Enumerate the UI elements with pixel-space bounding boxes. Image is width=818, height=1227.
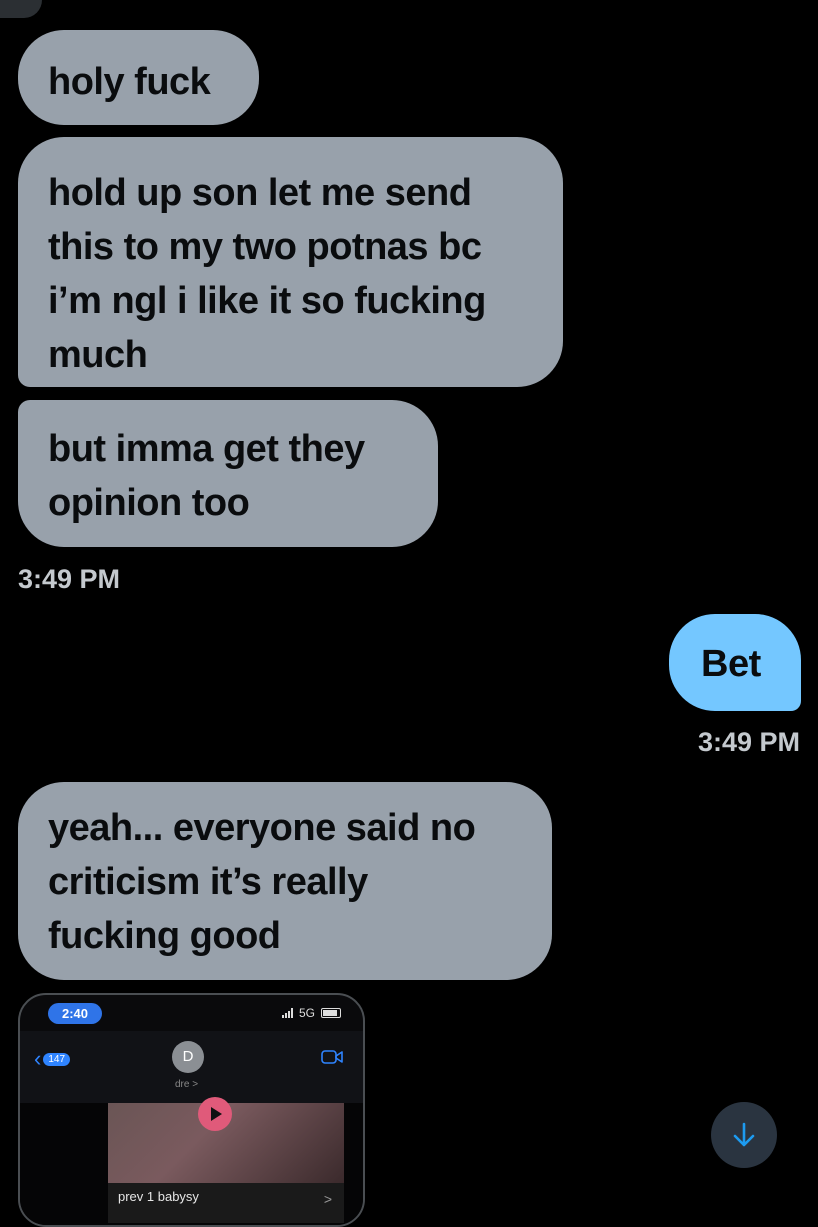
- message-bubble-outgoing[interactable]: Bet: [669, 614, 801, 711]
- signal-bars-icon: [281, 1008, 293, 1018]
- message-line: fucking good: [48, 915, 281, 957]
- attachment-signal-area: 5G: [281, 1006, 341, 1020]
- play-icon: [198, 1097, 232, 1131]
- message-line: opinion too: [48, 482, 250, 524]
- arrow-down-icon: [733, 1122, 755, 1147]
- message-bubble-incoming[interactable]: but imma get they opinion too: [18, 400, 438, 547]
- attachment-status-bar: 2:40 5G: [20, 995, 363, 1031]
- message-bubble-incoming[interactable]: yeah... everyone said no criticism it’s …: [18, 782, 552, 980]
- attachment-back: ‹ 147: [34, 1046, 71, 1071]
- contact-name-text: dre: [175, 1079, 190, 1090]
- message-line: i’m ngl i like it so fucking: [48, 280, 486, 322]
- contact-chevron: >: [192, 1079, 199, 1090]
- battery-icon: [321, 1008, 341, 1018]
- message-timestamp: 3:49 PM: [697, 727, 800, 757]
- video-preview-thumbnail: [108, 1097, 344, 1183]
- message-line: criticism it’s really: [48, 861, 368, 903]
- scroll-to-bottom-button[interactable]: [711, 1102, 777, 1168]
- caption-text: prev 1 babysy: [118, 1189, 199, 1204]
- message-text: Bet: [701, 643, 761, 685]
- message-text: holy fuck: [48, 61, 211, 103]
- message-line: yeah... everyone said no: [48, 807, 476, 849]
- video-preview-caption: prev 1 babysy >: [108, 1183, 344, 1223]
- message-timestamp: 3:49 PM: [18, 564, 121, 594]
- video-camera-icon: [321, 1050, 343, 1064]
- message-line: hold up son let me send: [48, 172, 472, 214]
- message-bubble-incoming[interactable]: holy fuck: [18, 30, 259, 125]
- message-line: this to my two potnas bc: [48, 226, 482, 268]
- attachment-back-count: 147: [43, 1052, 71, 1066]
- image-attachment[interactable]: 2:40 5G ‹ 147 D dre > prev 1 babysy >: [18, 993, 365, 1227]
- attachment-contact-name: dre >: [175, 1079, 198, 1090]
- cropped-ui-fragment: [0, 0, 42, 18]
- chevron-left-icon: ‹: [34, 1046, 42, 1071]
- message-line: but imma get they: [48, 428, 365, 470]
- attachment-chat-body: prev 1 babysy >: [20, 1097, 363, 1225]
- attachment-avatar: D: [172, 1041, 204, 1073]
- message-bubble-incoming[interactable]: hold up son let me send this to my two p…: [18, 137, 563, 387]
- message-line: much: [48, 334, 148, 376]
- caption-chevron: >: [323, 1191, 332, 1207]
- attachment-network-label: 5G: [298, 1006, 315, 1020]
- attachment-chat-header: ‹ 147 D dre >: [20, 1031, 363, 1103]
- attachment-status-time: 2:40: [48, 1003, 103, 1024]
